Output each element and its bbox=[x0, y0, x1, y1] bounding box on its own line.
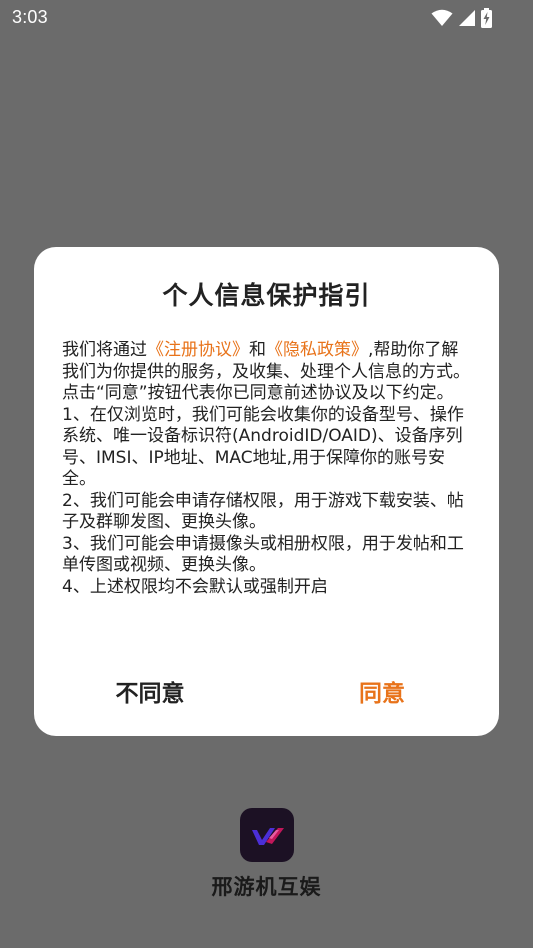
permission-item-1: 1、在仅浏览时，我们可能会收集你的设备型号、操作系统、唯一设备标识符(Andro… bbox=[62, 404, 464, 490]
intro-prefix: 我们将通过 bbox=[62, 340, 147, 360]
intro-paragraph: 我们将通过《注册协议》和《隐私政策》,帮助你了解我们为你提供的服务，及收集、处理… bbox=[62, 340, 472, 383]
permission-item-4: 4、上述权限均不会默认或强制开启 bbox=[62, 576, 328, 597]
app-name: 邢游机互娱 bbox=[211, 875, 322, 899]
dialog-body[interactable]: 我们将通过《注册协议》和《隐私政策》,帮助你了解我们为你提供的服务，及收集、处理… bbox=[62, 340, 472, 622]
privacy-policy-link[interactable]: 《隐私政策》 bbox=[266, 340, 368, 360]
status-bar: 3:03 bbox=[0, 0, 533, 36]
wifi-icon bbox=[431, 9, 453, 26]
status-icons bbox=[431, 8, 492, 28]
permission-item-3: 3、我们可能会申请摄像头或相册权限，用于发帖和工单传图或视频、更换头像。 bbox=[62, 533, 464, 576]
intro-and: 和 bbox=[249, 340, 266, 360]
agree-button[interactable]: 同意 bbox=[302, 672, 462, 716]
permission-item-2: 2、我们可能会申请存储权限，用于游戏下载安装、帖子及群聊发图、更换头像。 bbox=[62, 490, 464, 533]
dialog-title: 个人信息保护指引 bbox=[162, 281, 371, 310]
agreement-paragraph: 点击“同意”按钮代表你已同意前述协议及以下约定。 bbox=[62, 383, 454, 403]
disagree-button[interactable]: 不同意 bbox=[70, 672, 230, 716]
app-logo-icon bbox=[240, 808, 294, 862]
status-time: 3:03 bbox=[12, 7, 48, 27]
battery-charging-icon bbox=[481, 8, 492, 28]
terms-link[interactable]: 《注册协议》 bbox=[147, 340, 249, 360]
signal-icon bbox=[459, 10, 475, 26]
